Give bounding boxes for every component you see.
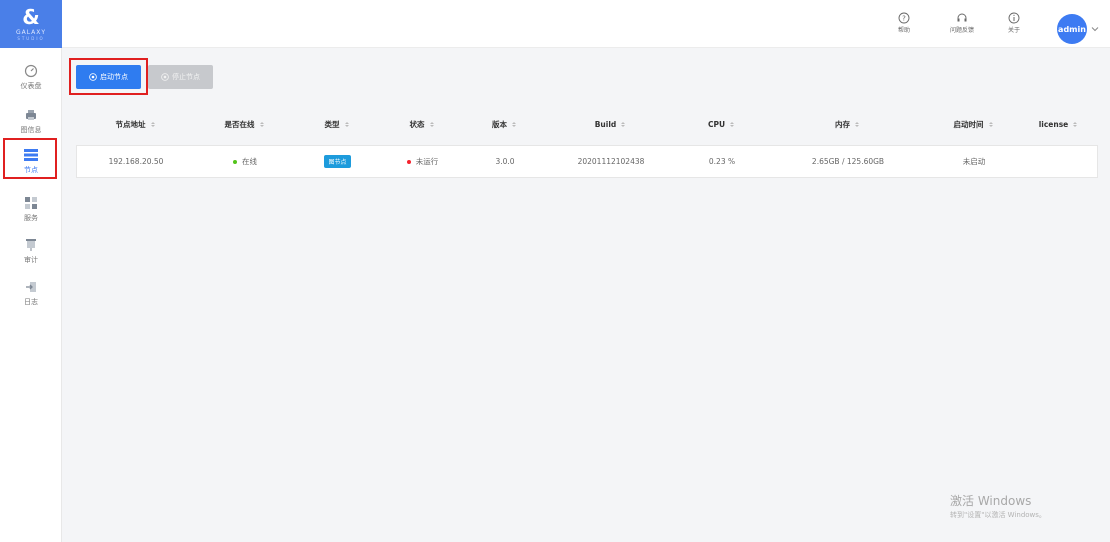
top-header: ? 帮助 问题反馈 关于 admin [62, 0, 1110, 48]
sort-icon[interactable] [344, 121, 349, 127]
sort-icon[interactable] [429, 121, 434, 127]
services-icon [23, 195, 39, 211]
sidebar-item-label: 日志 [24, 297, 38, 306]
sidebar-item-label: 图信息 [20, 125, 42, 134]
sort-icon[interactable] [1073, 121, 1078, 127]
status-text: 未运行 [415, 157, 439, 166]
sidebar-item-nodes[interactable]: 节点 [0, 140, 62, 180]
help-button[interactable]: ? 帮助 [898, 12, 910, 34]
cell-build: 20201112102438 [577, 157, 645, 166]
stop-node-button[interactable]: 停止节点 [148, 65, 213, 89]
sort-icon[interactable] [730, 121, 735, 127]
cell-type: 图节点 [295, 146, 380, 177]
sidebar: & GALAXY STUDIO 仪表盘 图信息 节点 服务 审计 日志 [0, 0, 62, 542]
node-list-icon [23, 147, 39, 163]
activation-watermark-text: 转到"设置"以激活 Windows。 [950, 511, 1046, 519]
play-circle-icon [89, 73, 97, 81]
cell-license [1019, 146, 1099, 177]
sidebar-item-log[interactable]: 日志 [0, 272, 62, 312]
column-header-address[interactable]: 节点地址 [76, 112, 194, 136]
logo-text: GALAXY [15, 29, 47, 36]
printer-icon [23, 107, 39, 123]
column-header-license[interactable]: license [1018, 112, 1098, 136]
logo-subtext: STUDIO [17, 36, 45, 41]
headset-icon [957, 13, 967, 22]
activation-watermark-title: 激活 Windows [950, 494, 1032, 508]
cell-memory: 2.65GB / 125.60GB [811, 157, 885, 166]
cell-cpu: 0.23 % [708, 157, 736, 166]
chevron-down-icon[interactable] [1090, 24, 1100, 34]
cell-version: 3.0.0 [495, 157, 515, 166]
start-node-button[interactable]: 启动节点 [76, 65, 141, 89]
info-icon [1008, 12, 1020, 24]
column-header-type[interactable]: 类型 [294, 112, 379, 136]
sort-icon[interactable] [512, 121, 516, 127]
sidebar-item-label: 服务 [24, 213, 38, 222]
start-node-label: 启动节点 [100, 73, 128, 81]
table-header: 节点地址 是否在线 类型 状态 版本 Build CPU 内存 启动时间 lic… [76, 112, 1098, 136]
about-label: 关于 [1008, 27, 1021, 34]
about-button[interactable]: 关于 [1008, 12, 1020, 34]
sidebar-item-dashboard[interactable]: 仪表盘 [0, 56, 62, 96]
sidebar-item-graph-info[interactable]: 图信息 [0, 100, 62, 140]
log-icon [23, 279, 39, 295]
column-header-cpu[interactable]: CPU [676, 112, 766, 136]
column-header-status[interactable]: 状态 [379, 112, 464, 136]
sort-icon[interactable] [988, 121, 993, 127]
sort-icon[interactable] [855, 121, 859, 127]
column-header-version[interactable]: 版本 [464, 112, 544, 136]
cell-status: 未运行 [380, 146, 465, 177]
cell-address: 192.168.20.50 [108, 157, 164, 166]
user-avatar[interactable]: admin [1057, 14, 1087, 44]
type-tag: 图节点 [324, 155, 351, 168]
sort-icon[interactable] [621, 121, 626, 127]
help-icon: ? [898, 12, 910, 24]
sidebar-item-label: 节点 [24, 165, 38, 174]
status-dot-icon [406, 159, 411, 164]
online-dot-icon [233, 159, 237, 164]
sidebar-item-services[interactable]: 服务 [0, 188, 62, 228]
cell-online: 在线 [195, 146, 295, 177]
sidebar-item-audit[interactable]: 审计 [0, 230, 62, 270]
online-text: 在线 [242, 157, 257, 166]
stop-node-label: 停止节点 [172, 73, 200, 81]
sort-icon[interactable] [150, 121, 155, 127]
dashboard-icon [23, 63, 39, 79]
column-header-start-time[interactable]: 启动时间 [928, 112, 1018, 136]
feedback-label: 问题反馈 [950, 27, 975, 34]
sidebar-item-label: 仪表盘 [20, 81, 42, 90]
table-row[interactable]: 192.168.20.50 在线 图节点 未运行 3.0.0 202011121… [76, 145, 1098, 178]
sort-icon[interactable] [259, 121, 264, 127]
stop-circle-icon [161, 73, 169, 81]
column-header-online[interactable]: 是否在线 [194, 112, 294, 136]
svg-text:?: ? [902, 15, 906, 23]
logo-mark-icon: & [22, 5, 40, 29]
sidebar-item-label: 审计 [24, 255, 38, 264]
column-header-build[interactable]: Build [544, 112, 676, 136]
audit-icon [23, 237, 39, 253]
cell-start-time: 未启动 [962, 157, 986, 166]
feedback-button[interactable]: 问题反馈 [950, 12, 974, 34]
app-logo[interactable]: & GALAXY STUDIO [0, 0, 62, 48]
help-label: 帮助 [898, 27, 911, 34]
column-header-memory[interactable]: 内存 [766, 112, 928, 136]
